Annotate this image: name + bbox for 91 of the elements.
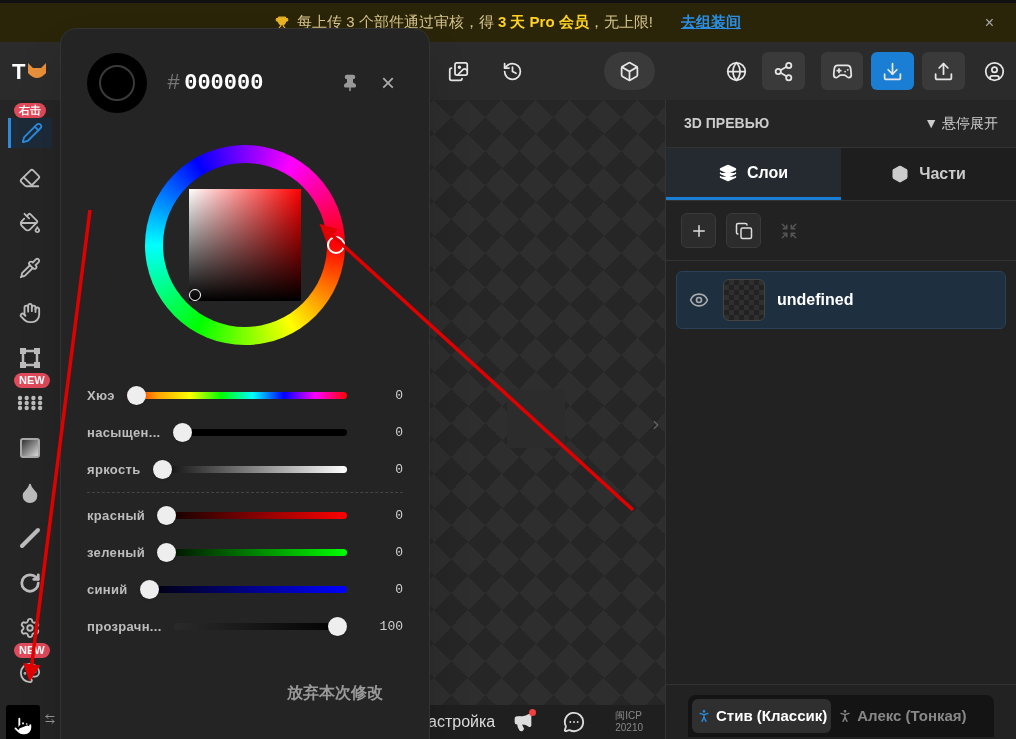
slider-track[interactable] xyxy=(157,543,347,562)
upload-icon xyxy=(933,60,955,82)
hand-icon xyxy=(19,302,41,324)
tool-button[interactable] xyxy=(8,118,52,148)
transform-icon xyxy=(19,347,41,369)
palette-icon xyxy=(19,662,41,684)
slider-track[interactable] xyxy=(139,580,347,599)
color-chip[interactable] xyxy=(6,705,40,739)
copy-icon xyxy=(734,221,753,240)
user-icon xyxy=(984,60,1006,82)
duplicate-layer-button[interactable] xyxy=(726,213,761,248)
panel-tab[interactable]: Части xyxy=(841,148,1016,200)
slider-thumb[interactable] xyxy=(126,386,146,405)
slider-value: 0 xyxy=(394,423,403,442)
close-button[interactable]: × xyxy=(381,71,395,95)
gear-icon xyxy=(19,617,41,639)
share-button[interactable] xyxy=(761,52,805,90)
megaphone-icon[interactable] xyxy=(513,712,534,732)
icp-text: 20210 xyxy=(615,722,644,734)
slider-track[interactable] xyxy=(172,423,347,442)
shrink-icon xyxy=(779,221,798,240)
person-icon xyxy=(696,707,712,725)
gamepad-button[interactable] xyxy=(820,52,864,90)
dot-grid-icon xyxy=(17,395,43,411)
eraser-icon xyxy=(19,167,41,189)
slider-value: 0 xyxy=(394,460,403,479)
slider-track[interactable] xyxy=(157,506,347,525)
layers-icon xyxy=(718,163,737,182)
pencil-icon xyxy=(20,122,43,144)
line-icon xyxy=(19,527,41,549)
history-icon xyxy=(502,60,524,82)
share-icon xyxy=(772,60,794,82)
icp-text: 闽ICP xyxy=(615,710,643,722)
model-option[interactable]: Стив (Классик) xyxy=(692,699,832,733)
slider-value: 0 xyxy=(394,580,403,599)
pin-icon[interactable] xyxy=(341,74,359,92)
slider-label: синий xyxy=(87,580,128,599)
slider-track[interactable] xyxy=(152,460,347,479)
slider-thumb[interactable] xyxy=(328,617,347,636)
add-layer-button[interactable] xyxy=(681,213,716,248)
saturation-square[interactable] xyxy=(189,189,301,301)
download-icon xyxy=(882,60,904,82)
hex-prefix: # xyxy=(167,69,181,98)
slider-value: 100 xyxy=(378,617,403,636)
slider-value: 0 xyxy=(394,386,403,405)
panel-title: 3D ПРЕВЬЮ xyxy=(684,114,770,133)
slider-label: красный xyxy=(87,506,146,525)
slider-label: прозрачн... xyxy=(87,617,162,636)
color-swatch[interactable] xyxy=(87,53,147,113)
layer-row[interactable]: undefined xyxy=(676,271,1006,329)
slider-value: 0 xyxy=(394,506,403,525)
visibility-toggle[interactable] xyxy=(689,290,709,310)
globe-icon xyxy=(725,60,747,82)
gradient-icon xyxy=(20,438,40,458)
close-button[interactable]: × xyxy=(984,10,994,35)
rotate-icon xyxy=(19,572,41,594)
slider-label: зеленый xyxy=(87,543,146,562)
layer-name: undefined xyxy=(777,290,854,310)
hover-expand-toggle[interactable]: ▼ 悬停展开 xyxy=(924,113,998,134)
banner-link[interactable]: 去组装间 xyxy=(680,11,741,34)
badge: NEW xyxy=(14,373,50,388)
slider-label: Хюэ xyxy=(87,386,115,405)
panel-tab[interactable]: Слои xyxy=(666,148,841,200)
layer-thumbnail xyxy=(723,279,765,321)
slider-thumb[interactable] xyxy=(172,423,192,442)
slider-thumb[interactable] xyxy=(139,580,159,599)
slider-thumb[interactable] xyxy=(157,543,177,562)
slider-thumb[interactable] xyxy=(152,460,172,479)
chat-icon[interactable] xyxy=(563,711,586,733)
cube-icon xyxy=(619,60,641,82)
slider-thumb[interactable] xyxy=(157,506,177,525)
slider-track[interactable] xyxy=(126,386,347,405)
slider-label: насыщен... xyxy=(87,423,161,442)
badge: 右击 xyxy=(14,103,46,118)
box-button[interactable] xyxy=(604,52,655,90)
eyedropper-icon xyxy=(19,257,41,279)
paint-bucket-icon xyxy=(19,212,41,234)
settings-label[interactable]: астройка xyxy=(428,710,496,734)
images-icon xyxy=(447,60,469,82)
slider-label: яркость xyxy=(87,460,141,479)
hue-handle[interactable] xyxy=(327,236,345,254)
download-button[interactable] xyxy=(871,52,915,90)
logo-text: T xyxy=(12,57,26,86)
model-option[interactable]: Алекс (Тонкая) xyxy=(833,699,971,733)
slider-value: 0 xyxy=(394,543,403,562)
swap-icon[interactable] xyxy=(44,713,56,725)
upload-button[interactable] xyxy=(922,52,966,90)
discard-changes-button[interactable]: 放弃本次修改 xyxy=(287,681,383,705)
hex-value[interactable]: 000000 xyxy=(184,66,264,100)
cube-icon xyxy=(891,165,910,183)
slider-track[interactable] xyxy=(173,617,347,636)
